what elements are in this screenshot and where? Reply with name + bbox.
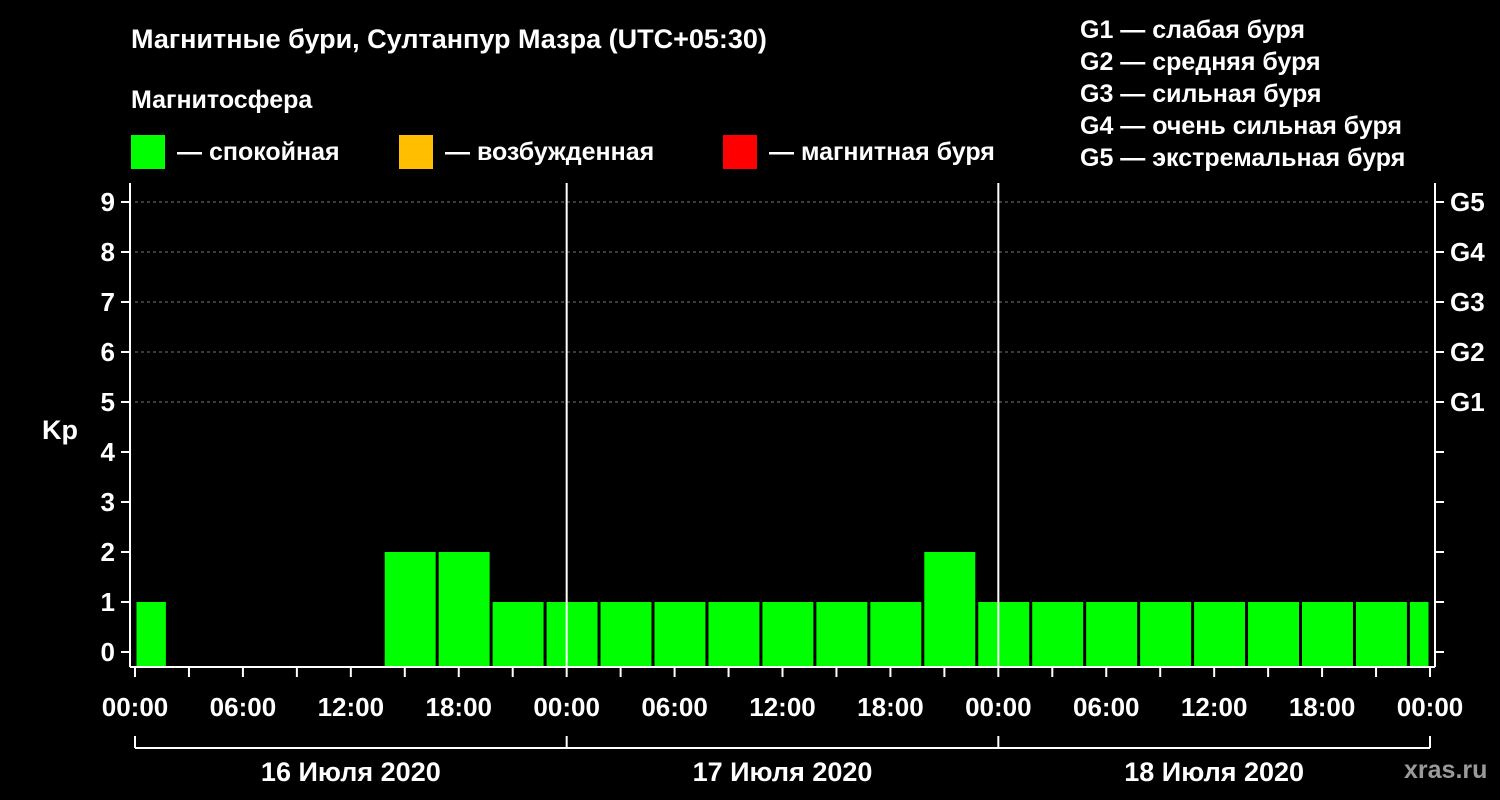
y-tick-label: 3 [101,487,115,517]
bar [600,602,652,667]
bar [1194,602,1246,667]
g-level-label: G5 [1450,187,1485,217]
y-tick-label: 5 [101,387,115,417]
x-tick-label: 06:00 [1073,692,1140,722]
bar [384,552,436,667]
bar [654,602,706,667]
bar [978,602,1030,667]
bar [816,602,868,667]
bar [1248,602,1299,667]
bar [1302,602,1353,667]
day-label: 17 Июля 2020 [693,757,873,787]
bar [546,602,598,667]
y-tick-label: 7 [101,287,115,317]
bar [1355,602,1407,667]
bar [870,602,922,667]
g-level-label: G1 [1450,387,1485,417]
y-tick-label: 8 [101,237,115,267]
y-axis-label: Kp [42,415,78,445]
y-tick-label: 6 [101,337,115,367]
x-tick-label: 06:00 [210,692,277,722]
y-tick-label: 9 [101,187,115,217]
x-tick-label: 12:00 [318,692,385,722]
bar [762,602,814,667]
y-tick-label: 4 [101,437,116,467]
x-tick-label: 12:00 [749,692,816,722]
g-level-label: G3 [1450,287,1485,317]
kp-bar-chart: 0 1 2 3 4 5 6 7 8 9 G1 G2 G3 G4 G5 Kp 00:00 06:00 12:00 18:… [42,183,1485,787]
x-tick-label: 00:00 [1397,692,1464,722]
x-tick-label: 18:00 [1289,692,1356,722]
x-tick-label: 18:00 [426,692,493,722]
bar [1032,602,1084,667]
x-tick-label: 00:00 [102,692,169,722]
bar [1409,602,1429,667]
y-tick-label: 2 [101,537,115,567]
g-level-label: G4 [1450,237,1485,267]
day-label: 16 Июля 2020 [261,757,441,787]
x-tick-label: 00:00 [533,692,600,722]
watermark: xras.ru [1404,756,1488,784]
bar [136,602,166,667]
bar [1086,602,1138,667]
bar [708,602,760,667]
x-tick-label: 06:00 [641,692,708,722]
y-tick-label: 0 [101,637,115,667]
day-label: 18 Июля 2020 [1124,757,1304,787]
x-tick-label: 18:00 [857,692,924,722]
y-tick-label: 1 [101,587,115,617]
g-level-label: G2 [1450,337,1485,367]
x-tick-label: 00:00 [965,692,1032,722]
bar [924,552,976,667]
x-tick-label: 12:00 [1181,692,1248,722]
bar [438,552,490,667]
bar [492,602,544,667]
bar [1140,602,1192,667]
